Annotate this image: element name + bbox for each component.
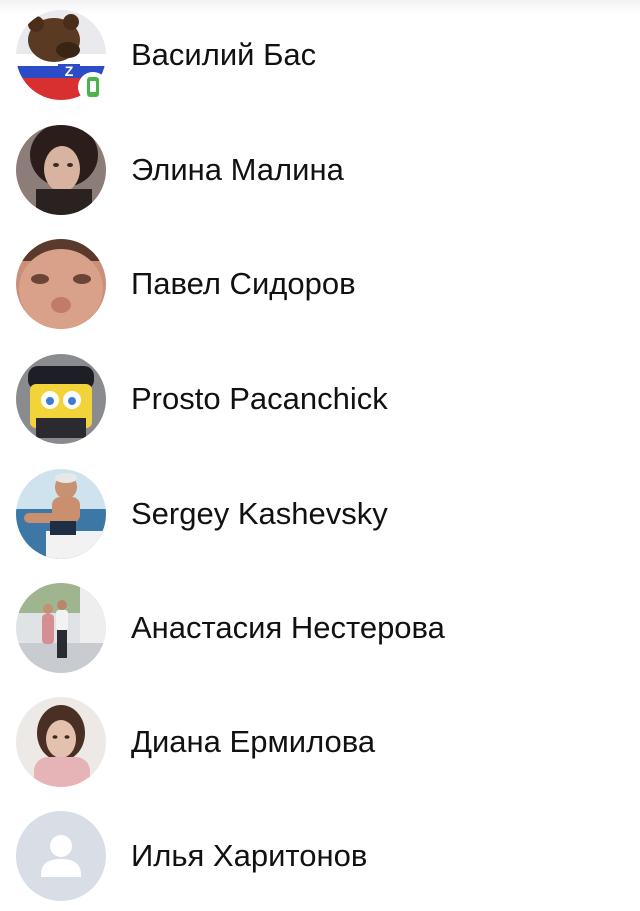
friend-name: Элина Малина: [131, 152, 344, 187]
friend-row[interactable]: Диана Ермилова: [0, 687, 640, 797]
svg-text:Z: Z: [65, 63, 74, 79]
man-on-boat-avatar[interactable]: [16, 469, 106, 559]
woman-portrait-avatar[interactable]: [16, 125, 106, 215]
friend-name: Илья Харитонов: [131, 838, 368, 873]
friend-name: Prosto Pacanchick: [131, 381, 388, 416]
friend-row[interactable]: Prosto Pacanchick: [0, 344, 640, 454]
friend-row[interactable]: Sergey Kashevsky: [0, 459, 640, 569]
friend-row[interactable]: Z Василий Бас: [0, 0, 640, 110]
friend-row[interactable]: Павел Сидоров: [0, 229, 640, 339]
woman-pink-scarf-avatar[interactable]: [16, 697, 106, 787]
friend-name: Анастасия Нестерова: [131, 610, 445, 645]
man-face-closeup-avatar[interactable]: [16, 239, 106, 329]
friend-name: Павел Сидоров: [131, 266, 356, 301]
friend-name: Диана Ермилова: [131, 724, 376, 759]
friend-name: Василий Бас: [131, 37, 317, 72]
couple-photo-avatar[interactable]: [16, 583, 106, 673]
friend-row[interactable]: Элина Малина: [0, 115, 640, 225]
mobile-online-icon: [78, 72, 108, 102]
friend-name: Sergey Kashevsky: [131, 496, 388, 531]
spongebob-avatar[interactable]: [16, 354, 106, 444]
friend-row[interactable]: Анастасия Нестерова: [0, 573, 640, 683]
default-user-avatar[interactable]: [16, 811, 106, 901]
friend-row[interactable]: Илья Харитонов: [0, 801, 640, 911]
